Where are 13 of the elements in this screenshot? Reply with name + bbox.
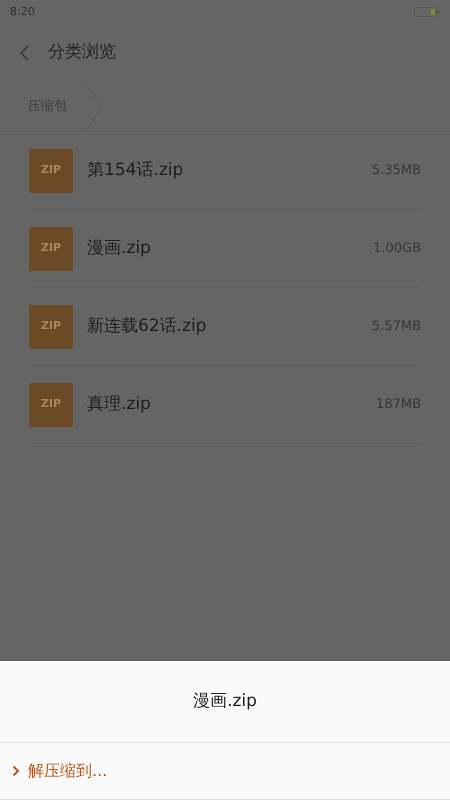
- file-name: 真理.zip: [87, 392, 151, 416]
- zip-file-icon: ZIP: [29, 226, 73, 270]
- file-name: 漫画.zip: [87, 236, 151, 260]
- back-button[interactable]: [18, 44, 30, 62]
- zip-file-icon: ZIP: [29, 304, 73, 348]
- zip-file-icon: ZIP: [29, 148, 73, 192]
- file-name: 新连载62话.zip: [87, 314, 206, 338]
- status-time: 8:20: [10, 4, 35, 20]
- page-title: 分类浏览: [48, 41, 116, 64]
- zip-file-icon: ZIP: [29, 382, 73, 426]
- chevron-right-icon: [12, 765, 20, 777]
- file-name: 第154话.zip: [87, 158, 184, 182]
- battery-icon: [414, 6, 440, 18]
